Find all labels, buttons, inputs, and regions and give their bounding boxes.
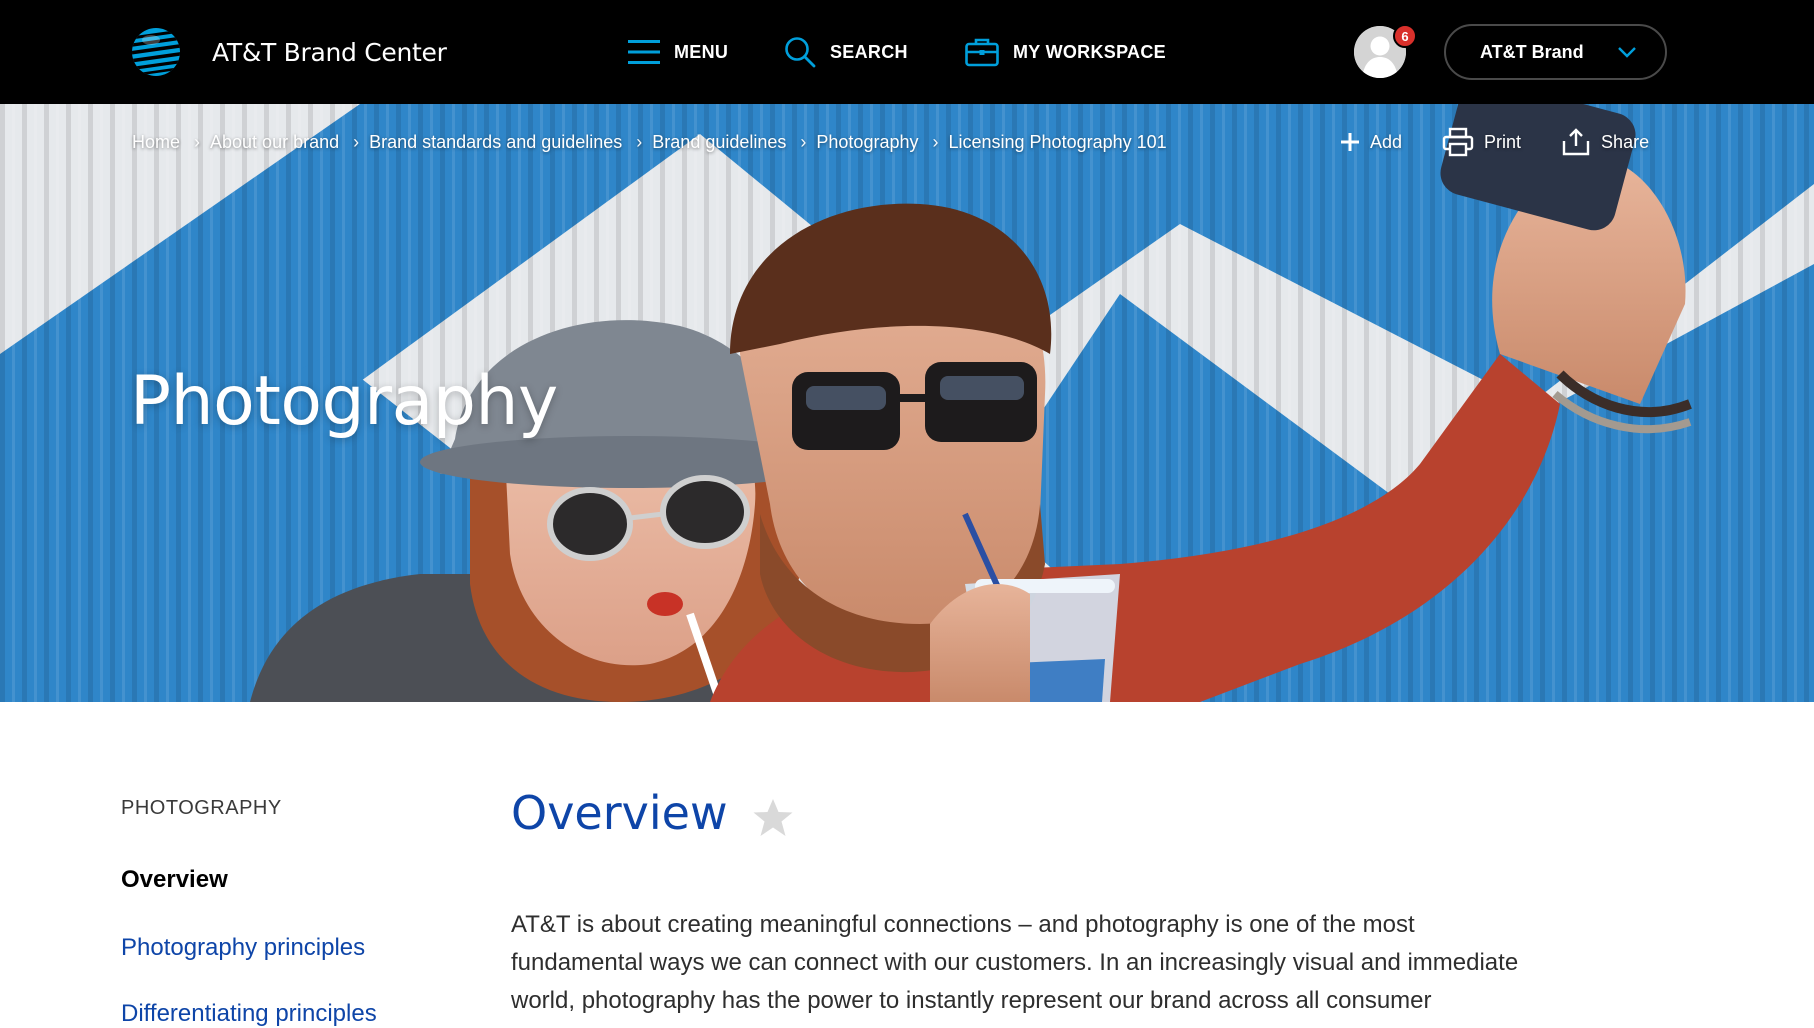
breadcrumb-separator-icon: › [800, 131, 807, 152]
breadcrumb-separator-icon: › [636, 131, 643, 152]
search-label: SEARCH [830, 41, 908, 62]
breadcrumb-brand-standards[interactable]: Brand standards and guidelines [369, 132, 622, 153]
brand-selector-value: AT&T Brand [1480, 41, 1584, 62]
printer-icon [1442, 127, 1474, 157]
menu-icon [628, 40, 660, 64]
favorite-star-icon[interactable] [752, 798, 794, 838]
plus-icon [1341, 133, 1359, 151]
briefcase-icon [965, 38, 999, 67]
hero-banner: Home › About our brand › Brand standards… [0, 104, 1814, 702]
menu-button[interactable]: MENU [628, 34, 728, 70]
menu-label: MENU [674, 41, 729, 62]
breadcrumb-licensing-photography[interactable]: Licensing Photography 101 [948, 132, 1166, 153]
breadcrumb-brand-guidelines[interactable]: Brand guidelines [652, 132, 786, 153]
breadcrumb-separator-icon: › [194, 131, 201, 152]
add-label: Add [1370, 131, 1403, 152]
body-line: AT&T is about creating meaningful connec… [511, 911, 1415, 938]
page-actions: Add Print Share [1340, 124, 1649, 160]
my-workspace-button[interactable]: MY WORKSPACE [965, 34, 1166, 70]
breadcrumb-separator-icon: › [353, 131, 360, 152]
breadcrumb-home[interactable]: Home [132, 132, 180, 153]
top-navigation-bar: AT&T Brand Center MENU SEARCH MY WORKSPA… [0, 0, 1814, 104]
print-button[interactable]: Print [1442, 124, 1521, 160]
print-label: Print [1484, 131, 1522, 152]
body-line: world, photography has the power to inst… [511, 987, 1432, 1014]
search-icon [785, 37, 816, 68]
sidebar-heading: PHOTOGRAPHY [121, 797, 282, 819]
breadcrumb-about-our-brand[interactable]: About our brand [210, 132, 339, 153]
brand-home-link[interactable]: AT&T Brand Center [130, 25, 447, 79]
my-workspace-label: MY WORKSPACE [1013, 41, 1166, 62]
chevron-down-icon [1618, 47, 1636, 58]
notification-badge[interactable]: 6 [1393, 24, 1417, 48]
overview-body-text: AT&T is about creating meaningful connec… [511, 906, 1691, 1020]
hero-title: Photography [130, 362, 558, 441]
breadcrumb-separator-icon: › [932, 131, 939, 152]
add-button[interactable]: Add [1340, 124, 1402, 160]
search-button[interactable]: SEARCH [784, 34, 908, 70]
page-section-title: Overview [511, 786, 728, 840]
att-globe-icon [132, 28, 180, 76]
sidebar-item-photography-principles[interactable]: Photography principles [121, 934, 365, 962]
breadcrumb: Home › About our brand › Brand standards… [132, 126, 1167, 158]
brand-name: AT&T Brand Center [212, 37, 447, 67]
breadcrumb-photography[interactable]: Photography [816, 132, 918, 153]
share-button[interactable]: Share [1561, 124, 1649, 160]
sidebar-item-overview[interactable]: Overview [121, 866, 228, 894]
share-icon [1562, 128, 1590, 156]
sidebar-item-differentiating-principles[interactable]: Differentiating principles [121, 1000, 377, 1028]
share-label: Share [1601, 131, 1650, 152]
body-line: fundamental ways we can connect with our… [511, 949, 1519, 976]
brand-selector-dropdown[interactable]: AT&T Brand [1444, 24, 1667, 80]
